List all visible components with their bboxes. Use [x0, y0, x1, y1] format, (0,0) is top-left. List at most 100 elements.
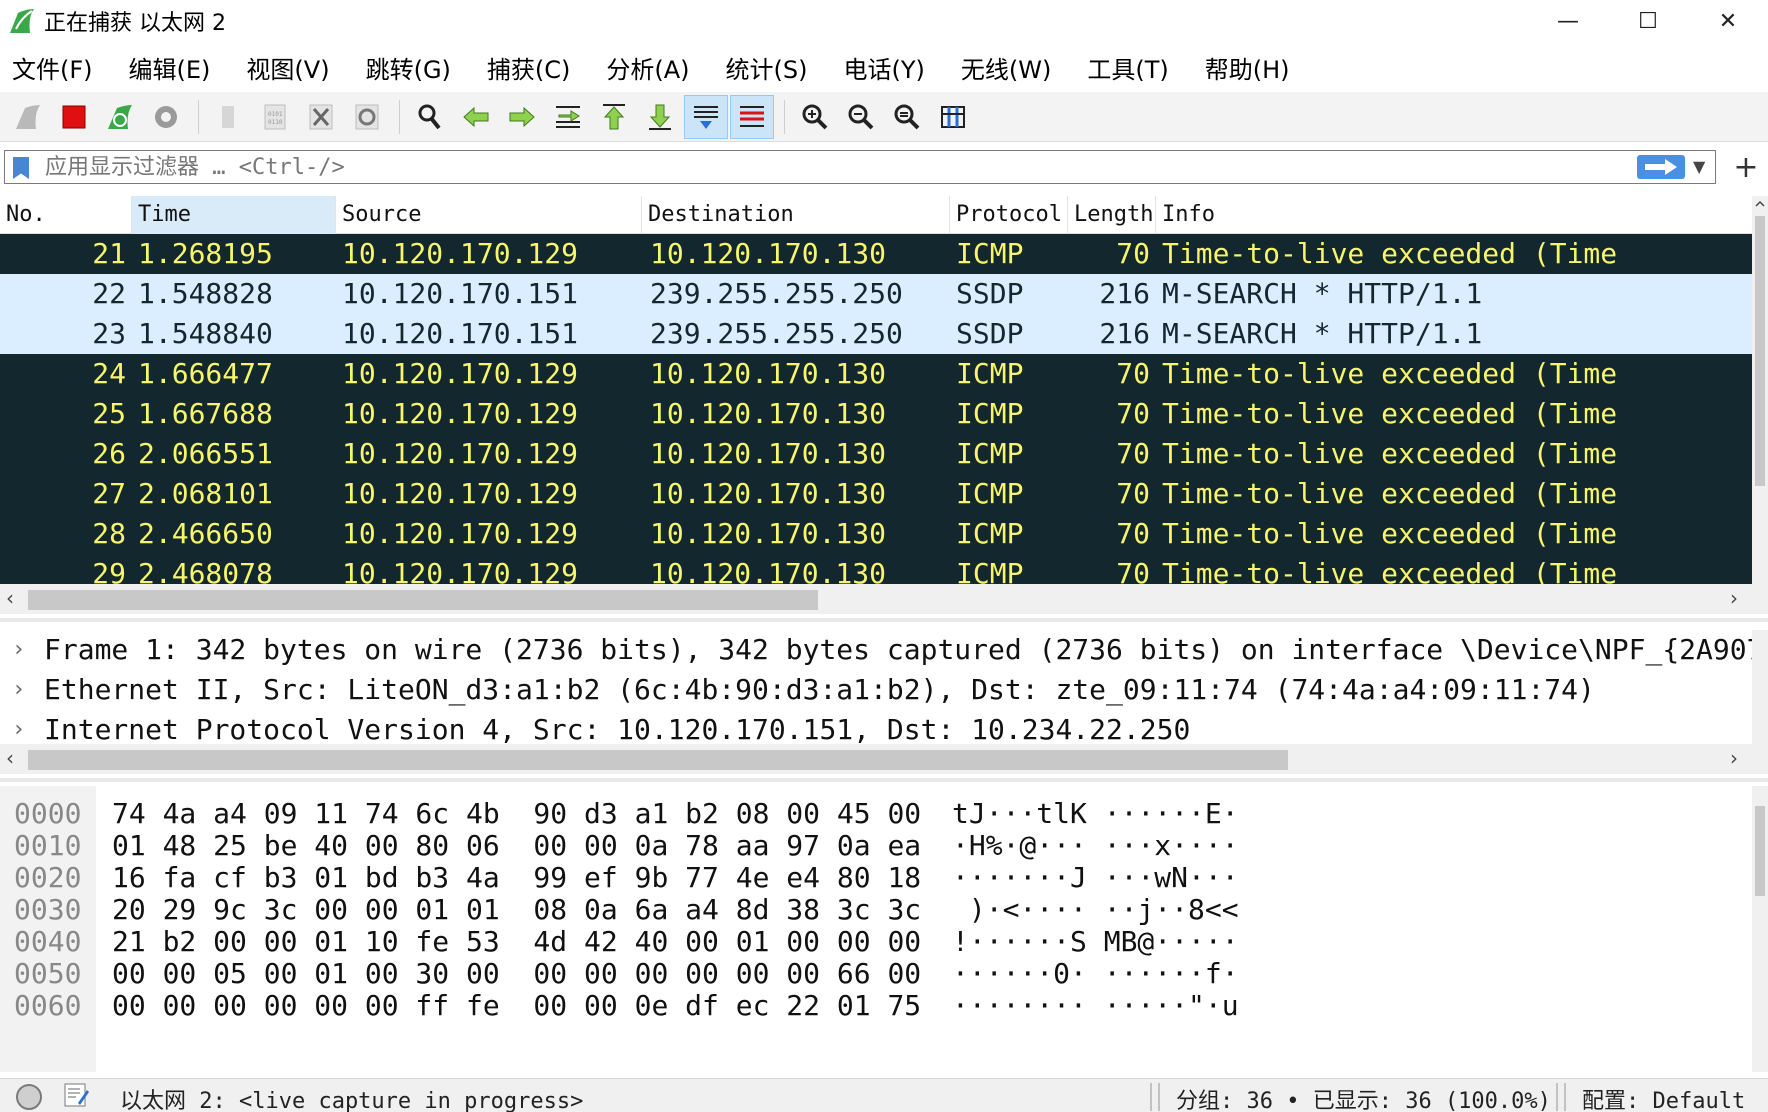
menu-wireless[interactable]: 无线(W) — [961, 50, 1051, 85]
byte-row[interactable]: 0060 00 00 00 00 00 00 ff fe 00 00 0e df … — [0, 988, 1740, 1024]
find-packet-button[interactable] — [408, 95, 452, 139]
column-header-protocol[interactable]: Protocol — [950, 196, 1068, 234]
svg-text:0110: 0110 — [268, 119, 283, 126]
go-back-button[interactable] — [454, 95, 498, 139]
cell-no: 26 — [92, 437, 126, 470]
resize-columns-button[interactable] — [931, 95, 975, 139]
cell-source: 10.120.170.151 — [342, 317, 579, 350]
detail-row-ethernet[interactable]: › Ethernet II, Src: LiteON_d3:a1:b2 (6c:… — [0, 670, 1768, 710]
menu-file[interactable]: 文件(F) — [12, 50, 93, 85]
packet-row[interactable]: 22 1.548828 10.120.170.151 239.255.255.250 S… — [0, 274, 1752, 314]
details-vertical-scrollbar[interactable] — [1752, 630, 1768, 752]
zoom-out-button[interactable] — [839, 95, 883, 139]
packet-row[interactable]: 25 1.667688 10.120.170.129 10.120.170.130 IC… — [0, 394, 1752, 434]
filter-history-dropdown-icon[interactable]: ▼ — [1693, 157, 1705, 176]
packet-row[interactable]: 27 2.068101 10.120.170.129 10.120.170.130 IC… — [0, 474, 1752, 514]
column-header-no[interactable]: No. — [0, 196, 132, 234]
cell-no: 21 — [92, 237, 126, 270]
menu-statistics[interactable]: 统计(S) — [726, 50, 808, 85]
menu-capture[interactable]: 捕获(C) — [487, 50, 570, 85]
byte-row[interactable]: 0020 16 fa cf b3 01 bd b3 4a 99 ef 9b 77 … — [0, 860, 1740, 896]
byte-hex: 21 b2 00 00 01 10 fe 53 4d 42 40 00 01 0… — [112, 925, 922, 958]
go-to-packet-button[interactable] — [546, 95, 590, 139]
first-packet-icon — [603, 103, 625, 129]
cell-info: M-SEARCH * HTTP/1.1 — [1162, 317, 1483, 350]
apply-filter-button[interactable] — [1637, 155, 1685, 179]
maximize-button[interactable]: ☐ — [1608, 0, 1688, 42]
normal-size-button[interactable] — [885, 95, 929, 139]
capture-options-button[interactable] — [144, 95, 188, 139]
column-header-info[interactable]: Info — [1156, 196, 1752, 234]
cell-source: 10.120.170.129 — [342, 437, 579, 470]
byte-row[interactable]: 0000 74 4a a4 09 11 74 6c 4b 90 d3 a1 b2 … — [0, 796, 1740, 832]
scroll-left-icon[interactable]: ‹ — [6, 586, 14, 610]
packet-row[interactable]: 26 2.066551 10.120.170.129 10.120.170.130 IC… — [0, 434, 1752, 474]
start-capture-button[interactable] — [6, 95, 50, 139]
profile-text[interactable]: 配置: Default — [1582, 1083, 1745, 1112]
scroll-left-icon[interactable]: ‹ — [6, 746, 14, 770]
filter-bookmark-icon[interactable] — [13, 157, 29, 179]
stop-capture-button[interactable] — [52, 95, 96, 139]
colorize-button[interactable] — [730, 94, 774, 139]
menu-edit[interactable]: 编辑(E) — [129, 50, 211, 85]
column-header-time[interactable]: Time — [132, 196, 336, 234]
byte-offset: 0000 — [14, 797, 82, 830]
restart-capture-button[interactable] — [98, 95, 142, 139]
pane-splitter[interactable] — [0, 618, 1768, 622]
scroll-right-icon[interactable]: › — [1730, 746, 1738, 770]
column-header-length[interactable]: Length — [1068, 196, 1156, 234]
cell-time: 2.068101 — [138, 477, 273, 510]
packet-row[interactable]: 24 1.666477 10.120.170.129 10.120.170.130 IC… — [0, 354, 1752, 394]
close-window-button[interactable]: ✕ — [1688, 0, 1768, 42]
minimize-button[interactable]: — — [1528, 0, 1608, 42]
close-file-button[interactable] — [299, 95, 343, 139]
details-horizontal-scrollbar[interactable]: ‹ › — [0, 744, 1768, 774]
byte-row[interactable]: 0010 01 48 25 be 40 00 80 06 00 00 0a 78 … — [0, 828, 1740, 864]
zoom-in-button[interactable] — [793, 95, 837, 139]
column-header-destination[interactable]: Destination — [642, 196, 950, 234]
first-packet-button[interactable] — [592, 95, 636, 139]
save-file-button[interactable]: 0101 0110 — [253, 95, 297, 139]
display-filter-input[interactable] — [45, 153, 1625, 181]
menu-help[interactable]: 帮助(H) — [1205, 50, 1290, 85]
cell-protocol: ICMP — [956, 477, 1024, 510]
bytes-vscroll-thumb[interactable] — [1755, 806, 1765, 896]
reload-file-button[interactable] — [345, 95, 389, 139]
expand-chevron-icon[interactable]: › — [12, 630, 25, 670]
byte-row[interactable]: 0040 21 b2 00 00 01 10 fe 53 4d 42 40 00 … — [0, 924, 1740, 960]
capture-comment-icon[interactable] — [62, 1081, 90, 1109]
expand-chevron-icon[interactable]: › — [12, 670, 25, 710]
menu-telephony[interactable]: 电话(Y) — [844, 50, 925, 85]
menu-go[interactable]: 跳转(G) — [366, 50, 451, 85]
auto-scroll-button[interactable] — [684, 94, 728, 139]
open-file-button[interactable] — [207, 95, 251, 139]
packet-row[interactable]: 23 1.548840 10.120.170.151 239.255.255.250 S… — [0, 314, 1752, 354]
bytes-vertical-scrollbar[interactable] — [1752, 786, 1768, 1072]
menu-analyze[interactable]: 分析(A) — [606, 50, 689, 85]
last-packet-button[interactable] — [638, 95, 682, 139]
packet-list-vertical-scrollbar[interactable] — [1752, 196, 1768, 614]
menu-tools[interactable]: 工具(T) — [1087, 50, 1168, 85]
scroll-up-icon[interactable] — [1752, 196, 1768, 212]
add-filter-button[interactable]: + — [1728, 148, 1764, 186]
menu-view[interactable]: 视图(V) — [246, 50, 329, 85]
byte-row[interactable]: 0050 00 00 05 00 01 00 30 00 00 00 00 00 … — [0, 956, 1740, 992]
packet-row[interactable]: 21 1.268195 10.120.170.129 10.120.170.130 IC… — [0, 234, 1752, 274]
go-forward-button[interactable] — [500, 95, 544, 139]
packet-list-horizontal-scrollbar[interactable]: ‹ › — [0, 584, 1768, 614]
packet-row[interactable]: 28 2.466650 10.120.170.129 10.120.170.130 IC… — [0, 514, 1752, 554]
column-header-source[interactable]: Source — [336, 196, 642, 234]
packet-list-hscroll-thumb[interactable] — [28, 590, 818, 610]
pane-splitter[interactable] — [0, 778, 1768, 782]
byte-ascii: ·H%·@··· ···x···· — [952, 829, 1239, 862]
detail-row-frame[interactable]: › Frame 1: 342 bytes on wire (2736 bits)… — [0, 630, 1768, 670]
byte-row[interactable]: 0030 20 29 9c 3c 00 00 01 01 08 0a 6a a4 … — [0, 892, 1740, 928]
details-hscroll-thumb[interactable] — [28, 750, 1288, 770]
arrow-right-icon — [1645, 159, 1677, 175]
title-bar: 正在捕获 以太网 2 — ☐ ✕ — [0, 0, 1768, 42]
cell-destination: 10.120.170.130 — [650, 517, 887, 550]
byte-hex: 00 00 05 00 01 00 30 00 00 00 00 00 00 0… — [112, 957, 922, 990]
scroll-right-icon[interactable]: › — [1730, 586, 1738, 610]
packet-list-vscroll-thumb[interactable] — [1755, 216, 1765, 486]
cell-destination: 10.120.170.130 — [650, 437, 887, 470]
